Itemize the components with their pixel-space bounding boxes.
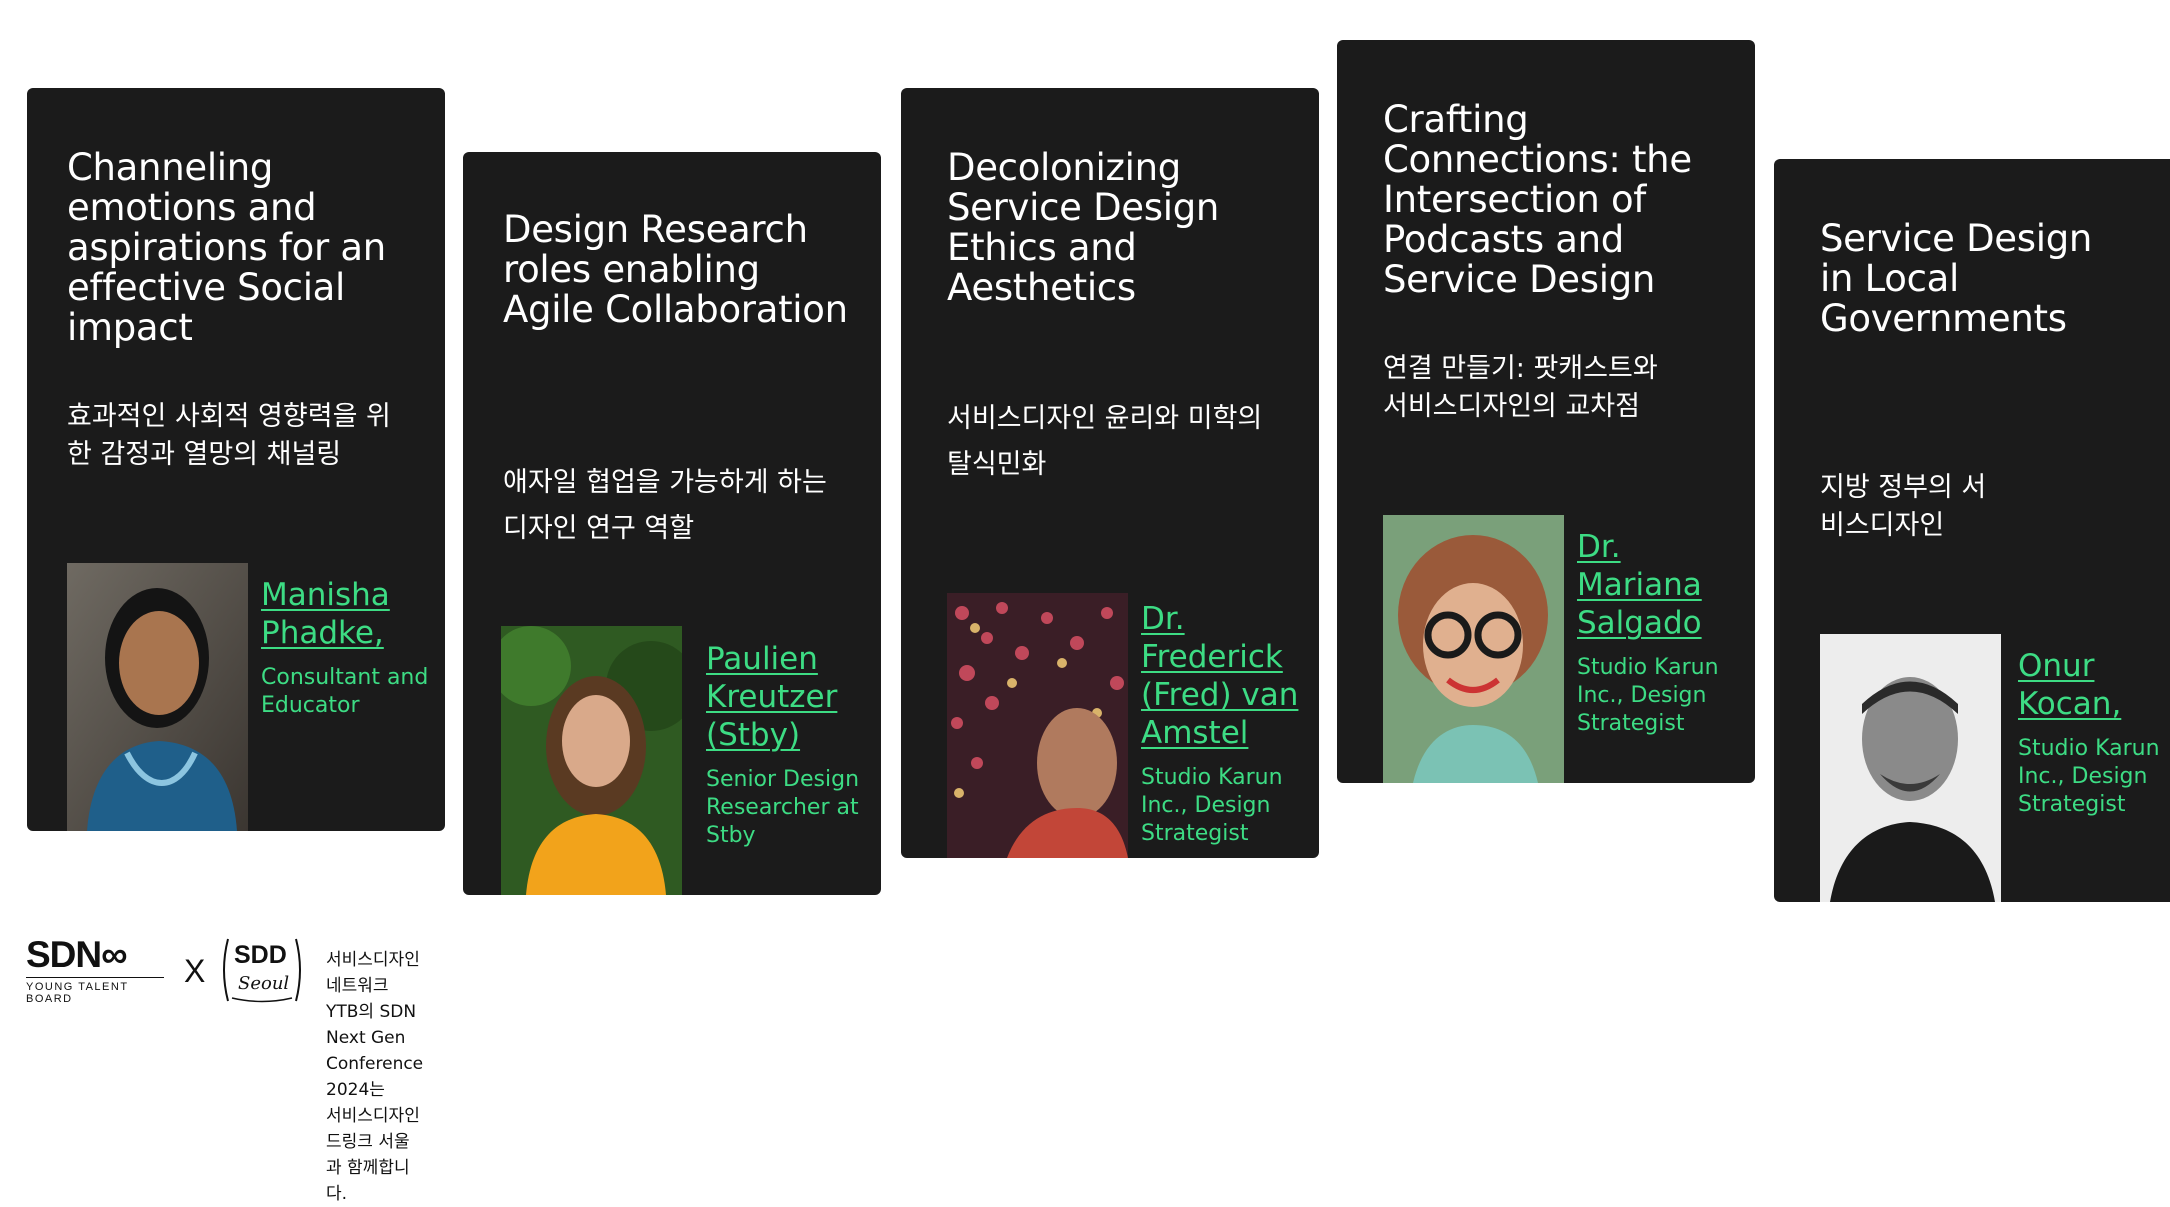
session-title: Design Research roles enabling Agile Col… [503, 208, 848, 331]
session-title: Crafting Connections: the Intersection o… [1383, 98, 1692, 301]
collaboration-x: X [184, 953, 206, 989]
speaker-photo [501, 626, 682, 895]
speaker-info: Dr. Mariana Salgado Studio Karun Inc., D… [1577, 528, 1749, 738]
sdd-logo-text: SDD [234, 941, 287, 969]
speaker-role: Consultant and Educator [261, 665, 429, 718]
speaker-role: Studio Karun Inc., Design Strategist [2018, 736, 2160, 817]
speaker-photo [947, 593, 1128, 858]
speaker-photo [1820, 634, 2001, 902]
session-title: Channeling emotions and aspirations for … [67, 146, 386, 349]
infinity-icon: ∞ [101, 934, 127, 975]
speaker-role: Studio Karun Inc., Design Strategist [1577, 655, 1719, 736]
sdd-seoul-logo: SDD Seoul [218, 935, 306, 1005]
session-title-korean: 지방 정부의 서비스디자인 [1820, 472, 1987, 541]
footer-text: 서비스디자인 네트워크 YTB의 SDN Next Gen Conference… [326, 947, 423, 1207]
session-title: Service Design in Local Governments [1820, 217, 2093, 340]
session-title-korean: 서비스디자인 윤리와 미학의 탈식민화 [947, 403, 1263, 480]
sdn-logo-text: SDN [26, 934, 102, 975]
speaker-photo [1383, 515, 1564, 783]
speaker-role: Studio Karun Inc., Design Strategist [1141, 765, 1283, 846]
speaker-name-link[interactable]: Paulien Kreutzer (Stby) [706, 640, 875, 754]
session-title-korean: 애자일 협업을 가능하게 하는 디자인 연구 역할 [503, 467, 827, 544]
session-title-korean: 효과적인 사회적 영향력을 위한 감정과 열망의 채널링 [67, 401, 391, 470]
sdn-logo: SDN∞ YOUNG TALENT BOARD [26, 935, 164, 1005]
speaker-name-link[interactable]: Onur Kocan, [2018, 647, 2164, 723]
speaker-name-link[interactable]: Dr. Mariana Salgado [1577, 528, 1749, 642]
speaker-info: Manisha Phadke, Consultant and Educator [261, 576, 439, 720]
session-title-korean: 연결 만들기: 팟캐스트와 서비스디자인의 교차점 [1383, 353, 1658, 422]
session-title: Decolonizing Service Design Ethics and A… [947, 146, 1220, 309]
session-card-5: Service Design in Local Governments 지방 정… [1774, 159, 2170, 902]
sdn-logo-subtitle: YOUNG TALENT BOARD [26, 977, 164, 1005]
speaker-role: Senior Design Researcher at Stby [706, 767, 860, 848]
speaker-name-link[interactable]: Dr. Frederick (Fred) van Amstel [1141, 600, 1313, 752]
speaker-photo [67, 563, 248, 831]
speaker-info: Onur Kocan, Studio Karun Inc., Design St… [2018, 647, 2164, 819]
footer-line-1: 서비스디자인 네트워크 YTB의 SDN Next Gen Conference… [326, 950, 424, 1100]
speaker-info: Dr. Frederick (Fred) van Amstel Studio K… [1141, 600, 1313, 848]
sdd-logo-script: Seoul [238, 973, 290, 994]
session-card-3: Decolonizing Service Design Ethics and A… [901, 88, 1319, 858]
session-card-1: Channeling emotions and aspirations for … [27, 88, 445, 831]
speaker-name-link[interactable]: Manisha Phadke, [261, 576, 439, 652]
session-card-2: Design Research roles enabling Agile Col… [463, 152, 881, 895]
session-card-4: Crafting Connections: the Intersection o… [1337, 40, 1755, 783]
speaker-info: Paulien Kreutzer (Stby) Senior Design Re… [706, 640, 875, 850]
footer-line-2: 서비스디자인드링크 서울과 함께합니다. [326, 1106, 420, 1204]
